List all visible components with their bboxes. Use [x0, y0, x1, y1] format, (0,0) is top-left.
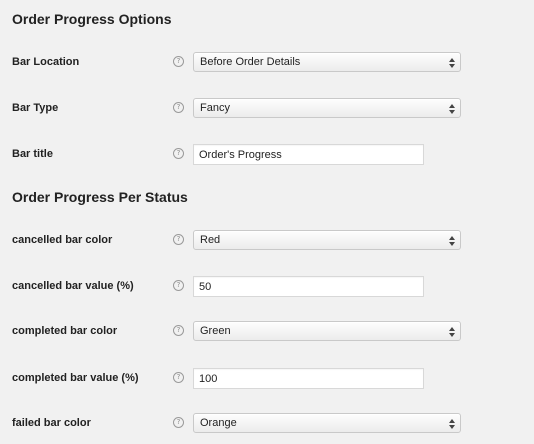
cancelled-bar-color-help-icon[interactable]: ?	[173, 234, 184, 245]
select-arrows-icon	[449, 58, 455, 68]
cancelled-bar-color-label: cancelled bar color	[12, 234, 113, 246]
completed-bar-value-label: completed bar value (%)	[12, 372, 139, 384]
order-progress-options-heading: Order Progress Options	[12, 11, 172, 27]
bar-title-label: Bar title	[12, 148, 53, 160]
cancelled-bar-color-select-value: Red	[200, 234, 221, 246]
completed-bar-color-select-value: Green	[200, 325, 231, 337]
cancelled-bar-value-help-icon[interactable]: ?	[173, 280, 184, 291]
failed-bar-color-select-value: Orange	[200, 417, 237, 429]
failed-bar-color-label: failed bar color	[12, 417, 91, 429]
cancelled-bar-color-select[interactable]: Red	[193, 230, 461, 250]
bar-location-select-value: Before Order Details	[200, 56, 301, 68]
bar-title-help-icon[interactable]: ?	[173, 148, 184, 159]
select-arrows-icon	[449, 419, 455, 429]
completed-bar-value-input[interactable]	[193, 368, 424, 389]
bar-location-label: Bar Location	[12, 56, 80, 68]
bar-title-input[interactable]	[193, 144, 424, 165]
select-arrows-icon	[449, 236, 455, 246]
bar-type-help-icon[interactable]: ?	[173, 102, 184, 113]
bar-type-label: Bar Type	[12, 102, 59, 114]
completed-bar-color-select[interactable]: Green	[193, 321, 461, 341]
order-progress-per-status-heading: Order Progress Per Status	[12, 189, 188, 205]
completed-bar-color-label: completed bar color	[12, 325, 118, 337]
bar-location-help-icon[interactable]: ?	[173, 56, 184, 67]
failed-bar-color-help-icon[interactable]: ?	[173, 417, 184, 428]
bar-location-select[interactable]: Before Order Details	[193, 52, 461, 72]
settings-page: Order Progress Options Bar Location ? Be…	[0, 0, 534, 444]
cancelled-bar-value-input[interactable]	[193, 276, 424, 297]
bar-type-select[interactable]: Fancy	[193, 98, 461, 118]
bar-type-select-value: Fancy	[200, 102, 230, 114]
select-arrows-icon	[449, 104, 455, 114]
failed-bar-color-select[interactable]: Orange	[193, 413, 461, 433]
completed-bar-color-help-icon[interactable]: ?	[173, 325, 184, 336]
cancelled-bar-value-label: cancelled bar value (%)	[12, 280, 134, 292]
completed-bar-value-help-icon[interactable]: ?	[173, 372, 184, 383]
select-arrows-icon	[449, 327, 455, 337]
